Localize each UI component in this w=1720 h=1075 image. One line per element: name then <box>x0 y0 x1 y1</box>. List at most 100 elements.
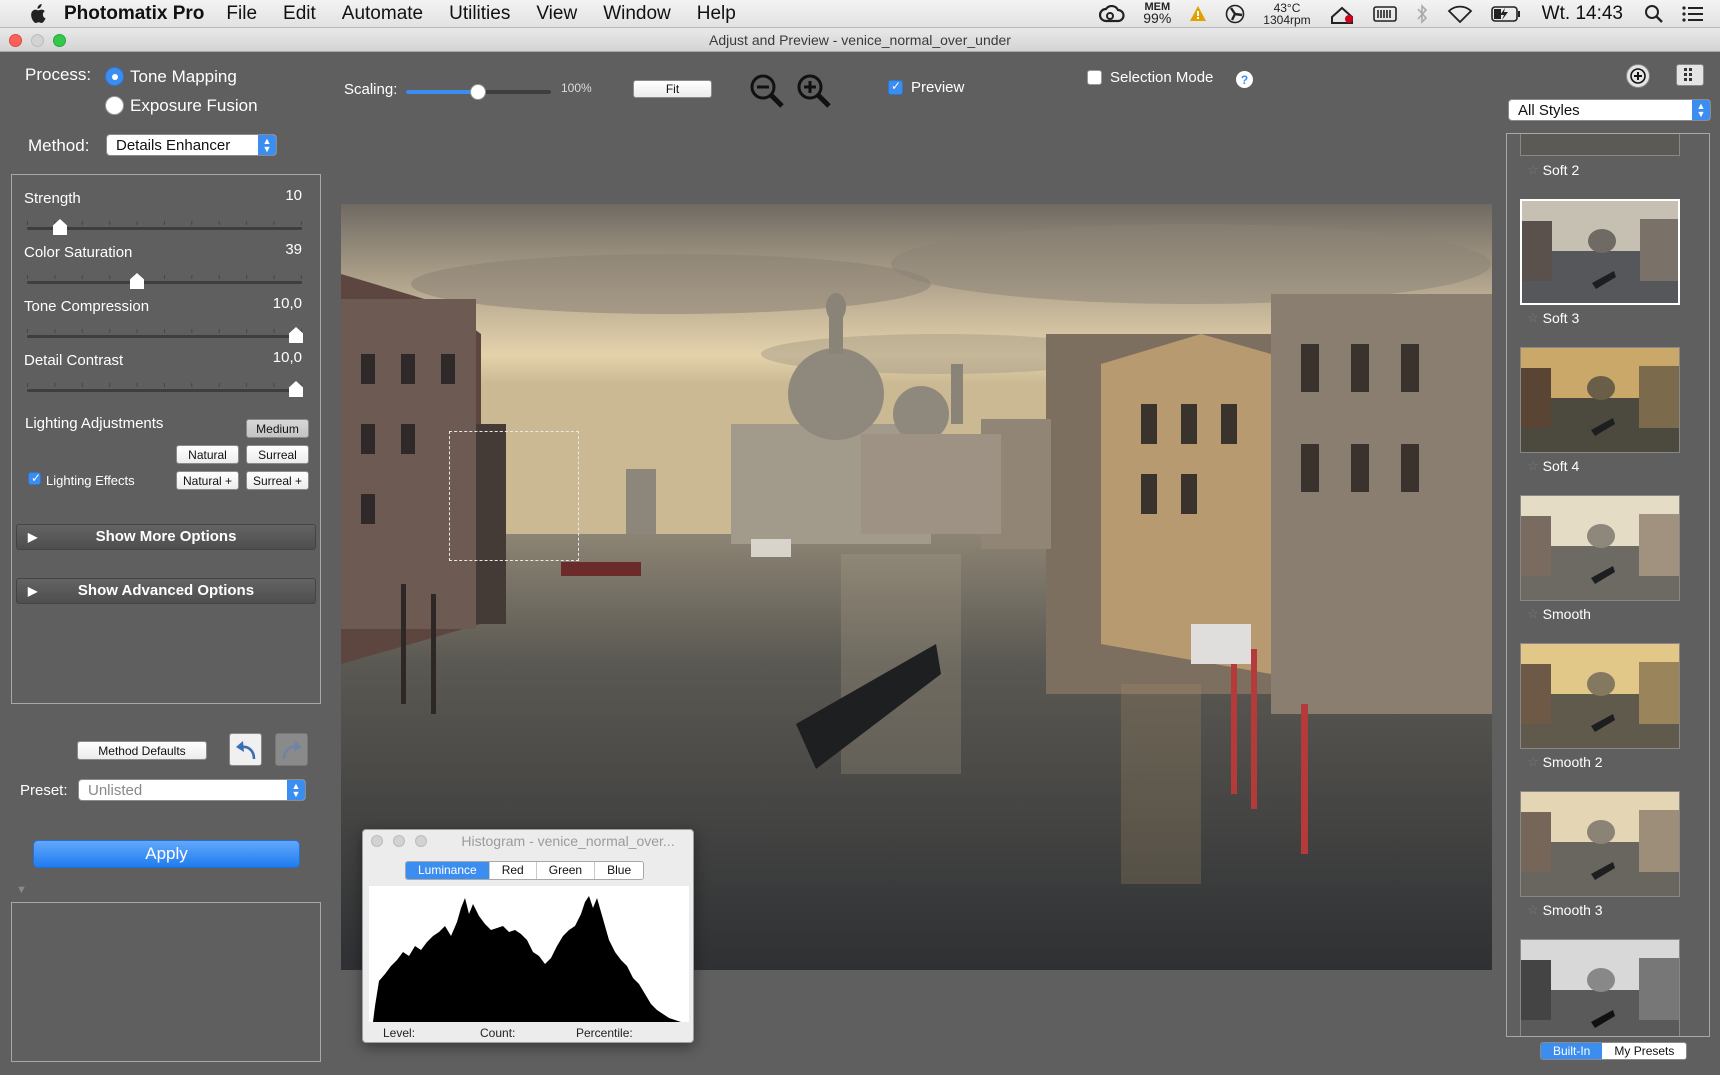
window-minimize-button[interactable] <box>31 34 44 47</box>
warning-icon[interactable] <box>1189 5 1207 23</box>
redo-icon[interactable] <box>275 733 308 766</box>
favorite-star-icon[interactable]: ☆ <box>1527 754 1539 770</box>
grid-view-icon[interactable] <box>1676 64 1704 86</box>
preview-checkbox[interactable] <box>888 79 903 95</box>
tab-green[interactable]: Green <box>536 862 596 879</box>
add-style-icon[interactable] <box>1626 64 1650 88</box>
battery-meter-icon[interactable] <box>1372 6 1397 22</box>
lighting-natural-button[interactable]: Natural <box>176 445 239 464</box>
tab-luminance[interactable]: Luminance <box>406 862 490 879</box>
show-advanced-options-toggle[interactable]: ▶ Show Advanced Options <box>16 578 316 604</box>
tone-mapping-label[interactable]: Tone Mapping <box>130 67 237 87</box>
help-icon[interactable]: ? <box>1236 71 1253 88</box>
scaling-label: Scaling: <box>344 81 398 98</box>
styles-filter-select[interactable]: All Styles ▲ ▼ <box>1508 99 1711 121</box>
style-thumbnail-soft-3[interactable] <box>1520 199 1680 305</box>
style-item-soft-3[interactable]: ☆ Soft 3 <box>1527 310 1579 326</box>
lighting-effects-label[interactable]: Lighting Effects <box>46 473 135 488</box>
lighting-surreal-label: Surreal <box>258 447 297 462</box>
lighting-effects-checkbox[interactable] <box>28 471 41 485</box>
menu-window[interactable]: Window <box>603 3 671 25</box>
favorite-star-icon[interactable]: ☆ <box>1527 902 1539 918</box>
memory-status[interactable]: MEM 99% <box>1143 2 1171 26</box>
method-defaults-button[interactable]: Method Defaults <box>77 741 207 760</box>
apply-button-label: Apply <box>145 844 188 863</box>
app-name-menu[interactable]: Photomatix Pro <box>64 3 204 25</box>
tab-built-in[interactable]: Built-In <box>1541 1043 1603 1059</box>
menu-utilities[interactable]: Utilities <box>449 3 510 25</box>
selection-mode-label[interactable]: Selection Mode <box>1110 69 1213 86</box>
strength-value: 10 <box>285 187 302 204</box>
style-thumbnail-smooth-3[interactable] <box>1520 791 1680 897</box>
favorite-star-icon[interactable]: ☆ <box>1527 310 1539 326</box>
style-thumbnail-monochrome[interactable] <box>1520 939 1680 1036</box>
method-select[interactable]: Details Enhancer ▲ ▼ <box>106 134 277 156</box>
menu-help[interactable]: Help <box>697 3 736 25</box>
window-close-button[interactable] <box>9 34 22 47</box>
window-zoom-button[interactable] <box>53 34 66 47</box>
info-disclosure-icon[interactable]: ▼ <box>16 884 27 896</box>
favorite-star-icon[interactable]: ☆ <box>1527 606 1539 622</box>
preview-label[interactable]: Preview <box>911 79 964 96</box>
temperature-status[interactable]: 43°C 1304rpm <box>1263 2 1310 26</box>
fit-button-label: Fit <box>665 82 680 96</box>
menu-file[interactable]: File <box>226 3 257 25</box>
show-more-options-toggle[interactable]: ▶ Show More Options <box>16 524 316 550</box>
lighting-medium-button[interactable]: Medium <box>246 419 309 438</box>
scaling-slider-track[interactable] <box>406 84 551 100</box>
style-item-soft-4[interactable]: ☆ Soft 4 <box>1527 458 1579 474</box>
style-item-soft-2[interactable]: ☆ Soft 2 <box>1527 162 1579 178</box>
selection-mode-checkbox[interactable] <box>1087 70 1102 85</box>
creative-cloud-icon[interactable] <box>1099 5 1125 23</box>
detail-contrast-slider[interactable] <box>27 389 302 392</box>
favorite-star-icon[interactable]: ☆ <box>1527 162 1539 178</box>
style-item-smooth-2[interactable]: ☆ Smooth 2 <box>1527 754 1603 770</box>
tab-red[interactable]: Red <box>489 862 537 879</box>
favorite-star-icon[interactable]: ☆ <box>1527 458 1539 474</box>
battery-charging-icon[interactable] <box>1490 6 1521 22</box>
spotlight-search-icon[interactable] <box>1644 4 1664 24</box>
apple-logo-icon[interactable] <box>26 3 48 25</box>
zoom-out-icon[interactable] <box>748 72 786 110</box>
apply-button[interactable]: Apply <box>33 840 300 868</box>
undo-icon[interactable] <box>229 733 262 766</box>
strength-slider[interactable] <box>27 227 302 230</box>
bluetooth-icon[interactable] <box>1415 4 1429 24</box>
exposure-fusion-label[interactable]: Exposure Fusion <box>130 96 258 116</box>
fan-icon[interactable] <box>1225 4 1245 24</box>
menu-automate[interactable]: Automate <box>342 3 423 25</box>
lighting-surreal-button[interactable]: Surreal <box>246 445 309 464</box>
fit-button[interactable]: Fit <box>633 80 712 98</box>
menubar-clock[interactable]: Wt. 14:43 <box>1542 3 1623 25</box>
style-item-smooth[interactable]: ☆ Smooth <box>1527 606 1591 622</box>
exposure-fusion-radio[interactable] <box>105 96 124 115</box>
lighting-surreal-plus-button[interactable]: Surreal + <box>246 471 309 490</box>
lighting-natural-plus-button[interactable]: Natural + <box>176 471 239 490</box>
strength-ticks <box>27 221 302 225</box>
tab-my-presets[interactable]: My Presets <box>1602 1043 1687 1059</box>
backup-icon[interactable] <box>1329 4 1355 24</box>
selection-rectangle[interactable] <box>449 431 579 561</box>
style-thumbnail-smooth[interactable] <box>1520 495 1680 601</box>
scaling-slider-thumb[interactable] <box>470 84 486 100</box>
style-thumbnail-soft-2[interactable] <box>1520 134 1680 156</box>
style-name-label: Smooth 3 <box>1542 902 1603 918</box>
menu-view[interactable]: View <box>536 3 577 25</box>
tab-blue[interactable]: Blue <box>595 862 644 879</box>
wifi-icon[interactable] <box>1447 5 1473 23</box>
window-title-bar: Adjust and Preview - venice_normal_over_… <box>0 28 1720 52</box>
tone-compression-slider[interactable] <box>27 335 302 338</box>
style-item-smooth-3[interactable]: ☆ Smooth 3 <box>1527 902 1603 918</box>
style-name-label: Soft 2 <box>1542 162 1580 178</box>
color-saturation-slider[interactable] <box>27 281 302 284</box>
preset-select[interactable]: Unlisted ▲ ▼ <box>78 779 306 801</box>
style-name-label: Soft 3 <box>1542 310 1580 326</box>
notification-center-icon[interactable] <box>1682 5 1704 23</box>
style-thumbnail-soft-4[interactable] <box>1520 347 1680 453</box>
zoom-in-icon[interactable] <box>795 72 833 110</box>
style-thumbnail-smooth-2[interactable] <box>1520 643 1680 749</box>
menu-edit[interactable]: Edit <box>283 3 316 25</box>
detail-contrast-value: 10,0 <box>272 349 302 366</box>
tone-mapping-radio[interactable] <box>105 67 124 86</box>
histogram-plot[interactable] <box>369 886 689 1022</box>
